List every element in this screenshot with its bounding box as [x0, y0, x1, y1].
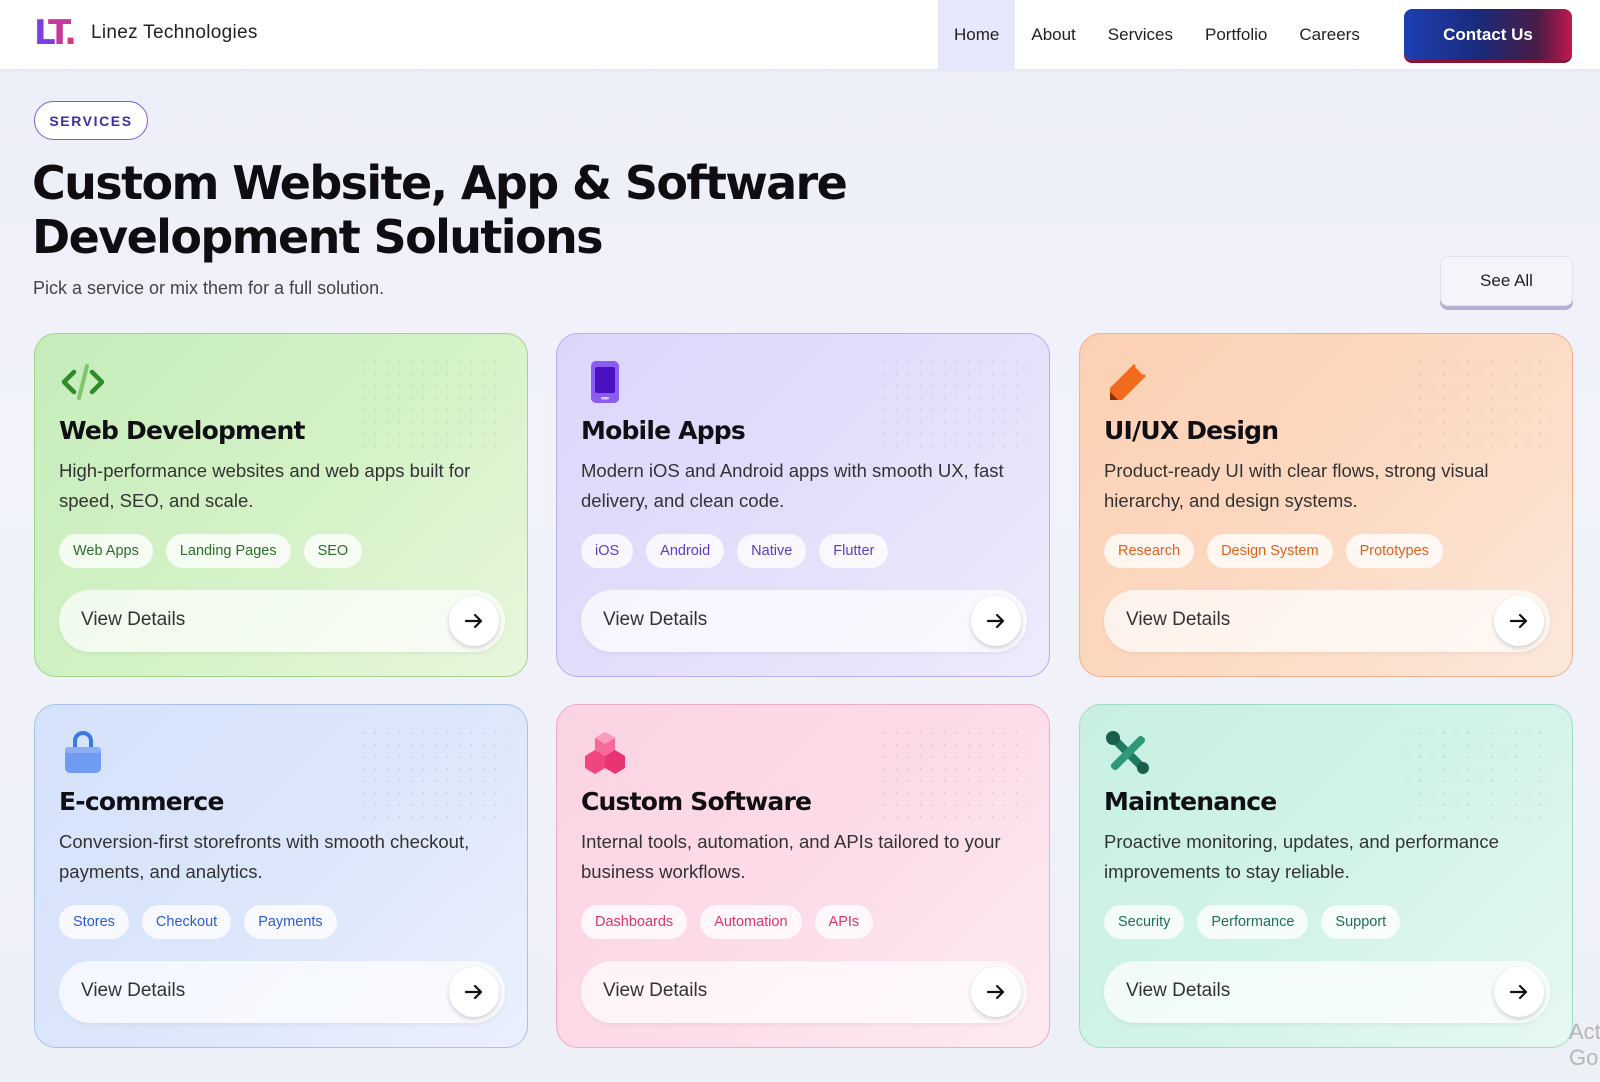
- arrow-right-icon[interactable]: [1494, 967, 1544, 1017]
- tag: Research: [1104, 534, 1195, 568]
- service-card-ui-ux-design[interactable]: UI/UX Design Product-ready UI with clear…: [1079, 333, 1573, 677]
- card-tags: Stores Checkout Payments: [59, 905, 337, 939]
- service-card-maintenance[interactable]: Maintenance Proactive monitoring, update…: [1079, 704, 1573, 1048]
- card-tags: Security Performance Support: [1104, 905, 1401, 939]
- tag: Android: [646, 534, 725, 568]
- nav-item-services[interactable]: Services: [1092, 0, 1189, 69]
- service-card-web-development[interactable]: Web Development High-performance website…: [34, 333, 528, 677]
- watermark-line1: Act: [1569, 1019, 1600, 1044]
- section-pill: SERVICES: [34, 101, 148, 140]
- nav-item-careers[interactable]: Careers: [1283, 0, 1375, 69]
- tag: SEO: [303, 534, 363, 568]
- tag: Automation: [700, 905, 802, 939]
- contact-us-button[interactable]: Contact Us: [1404, 9, 1572, 60]
- cubes-icon: [581, 729, 629, 777]
- arrow-right-icon[interactable]: [449, 596, 499, 646]
- card-description: Conversion-first storefronts with smooth…: [59, 831, 470, 882]
- tag: APIs: [814, 905, 874, 939]
- shopping-bag-icon: [59, 729, 107, 777]
- watermark-line2: Go: [1569, 1045, 1599, 1070]
- nav-item-portfolio[interactable]: Portfolio: [1189, 0, 1283, 69]
- card-title: UI/UX Design: [1104, 416, 1279, 445]
- page-title-line2: Development Solutions: [32, 210, 603, 264]
- tag: Performance: [1197, 905, 1309, 939]
- view-details-button[interactable]: View Details: [1104, 961, 1550, 1023]
- card-title: Web Development: [59, 416, 305, 445]
- see-all-button[interactable]: See All: [1440, 256, 1573, 306]
- top-navbar: LT. Linez Technologies Home About Servic…: [0, 0, 1600, 69]
- dot-pattern: [1402, 727, 1552, 827]
- tag: iOS: [581, 534, 634, 568]
- service-card-e-commerce[interactable]: E-commerce Conversion-first storefronts …: [34, 704, 528, 1048]
- view-details-label: View Details: [1126, 980, 1231, 1001]
- card-title: Custom Software: [581, 787, 812, 816]
- tag: Stores: [59, 905, 129, 939]
- os-activation-watermark: Act Go: [1569, 1019, 1600, 1071]
- arrow-right-icon[interactable]: [449, 967, 499, 1017]
- nav-item-about[interactable]: About: [1015, 0, 1091, 69]
- card-title: Maintenance: [1104, 787, 1277, 816]
- tag: Checkout: [141, 905, 232, 939]
- view-details-label: View Details: [603, 980, 708, 1001]
- view-details-button[interactable]: View Details: [581, 961, 1027, 1023]
- card-description: Modern iOS and Android apps with smooth …: [581, 460, 1004, 511]
- dot-pattern: [879, 356, 1029, 456]
- tag: Dashboards: [581, 905, 688, 939]
- arrow-right-icon[interactable]: [971, 967, 1021, 1017]
- dot-pattern: [879, 727, 1029, 827]
- view-details-button[interactable]: View Details: [1104, 590, 1550, 652]
- page-title-line1: Custom Website, App & Software: [32, 156, 848, 210]
- dot-pattern: [357, 356, 507, 456]
- page-title: Custom Website, App & Software Developme…: [32, 156, 852, 264]
- view-details-label: View Details: [603, 609, 708, 630]
- tag: Native: [737, 534, 807, 568]
- card-description: Internal tools, automation, and APIs tai…: [581, 831, 1001, 882]
- view-details-label: View Details: [81, 609, 186, 630]
- card-title: Mobile Apps: [581, 416, 746, 445]
- view-details-button[interactable]: View Details: [59, 590, 505, 652]
- mobile-phone-icon: [581, 358, 629, 406]
- tools-icon: [1104, 729, 1152, 777]
- arrow-right-icon[interactable]: [971, 596, 1021, 646]
- code-icon: [59, 358, 107, 406]
- card-tags: Dashboards Automation APIs: [581, 905, 874, 939]
- tag: Web Apps: [59, 534, 153, 568]
- dot-pattern: [1402, 356, 1552, 456]
- view-details-button[interactable]: View Details: [59, 961, 505, 1023]
- card-tags: Research Design System Prototypes: [1104, 534, 1443, 568]
- nav-item-home[interactable]: Home: [938, 0, 1016, 69]
- tag: Prototypes: [1345, 534, 1443, 568]
- tag: Design System: [1207, 534, 1333, 568]
- dot-pattern: [357, 727, 507, 827]
- tag: Payments: [244, 905, 337, 939]
- logo-mark: LT.: [34, 13, 77, 53]
- card-title: E-commerce: [59, 787, 224, 816]
- pencil-ruler-icon: [1104, 358, 1152, 406]
- view-details-button[interactable]: View Details: [581, 590, 1027, 652]
- tag: Support: [1321, 905, 1401, 939]
- logo[interactable]: LT. Linez Technologies: [34, 15, 258, 51]
- tag: Flutter: [819, 534, 889, 568]
- service-card-mobile-apps[interactable]: Mobile Apps Modern iOS and Android apps …: [556, 333, 1050, 677]
- nav-menu: Home About Services Portfolio Careers: [938, 0, 1376, 69]
- card-description: High-performance websites and web apps b…: [59, 460, 471, 511]
- card-description: Product-ready UI with clear flows, stron…: [1104, 460, 1489, 511]
- tag: Security: [1104, 905, 1185, 939]
- service-card-custom-software[interactable]: Custom Software Internal tools, automati…: [556, 704, 1050, 1048]
- arrow-right-icon[interactable]: [1494, 596, 1544, 646]
- logo-text: Linez Technologies: [91, 22, 258, 43]
- tag: Landing Pages: [165, 534, 291, 568]
- view-details-label: View Details: [1126, 609, 1231, 630]
- view-details-label: View Details: [81, 980, 186, 1001]
- page-subtitle: Pick a service or mix them for a full so…: [33, 278, 385, 298]
- card-tags: Web Apps Landing Pages SEO: [59, 534, 363, 568]
- card-description: Proactive monitoring, updates, and perfo…: [1104, 831, 1499, 882]
- card-tags: iOS Android Native Flutter: [581, 534, 889, 568]
